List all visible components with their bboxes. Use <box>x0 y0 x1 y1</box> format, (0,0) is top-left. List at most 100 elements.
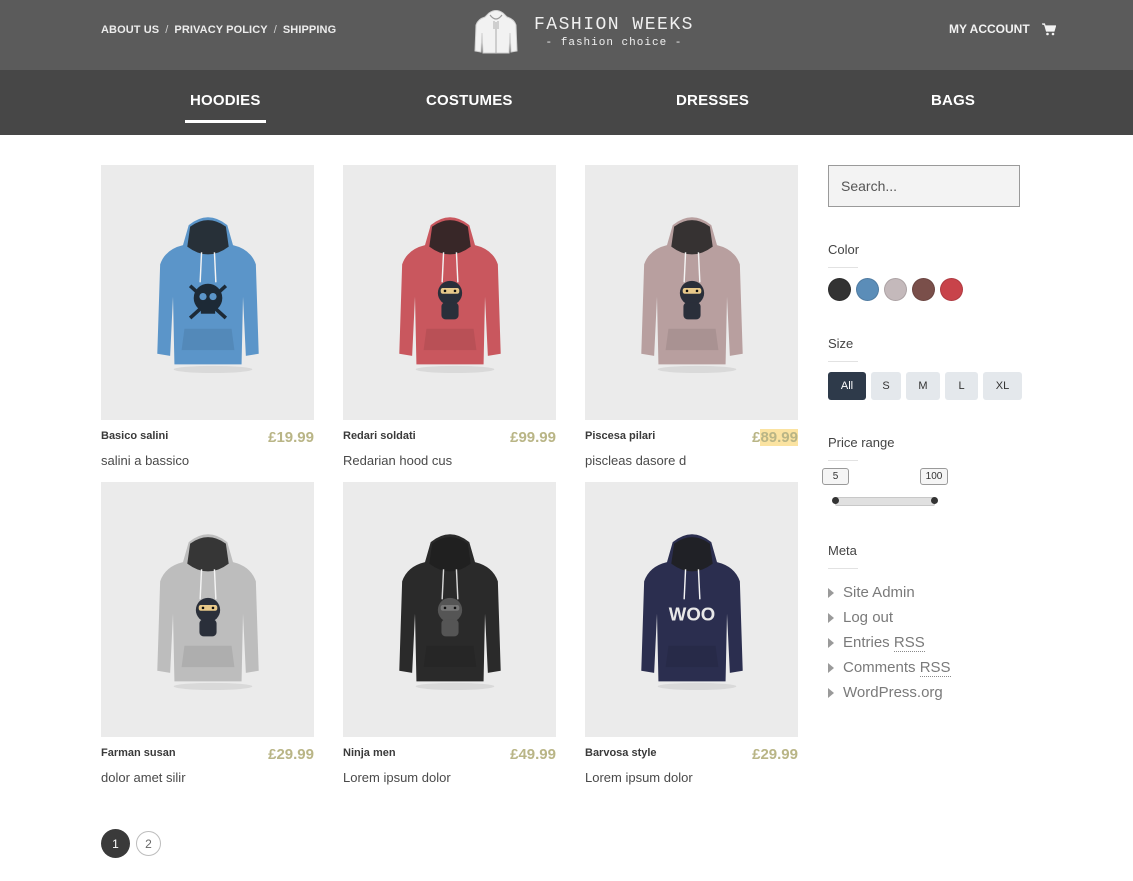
product-card[interactable]: Farman susan £29.99 dolor amet silir <box>101 482 314 785</box>
product-description: dolor amet silir <box>101 770 186 785</box>
product-image[interactable] <box>343 482 556 737</box>
size-all-button[interactable]: All <box>828 372 866 400</box>
arrow-right-icon <box>828 662 834 673</box>
product-name[interactable]: Piscesa pilari <box>585 430 655 442</box>
link-separator: / <box>165 24 169 36</box>
page-2-button[interactable]: 2 <box>136 831 161 856</box>
size-filter-title: Size <box>828 336 859 362</box>
color-swatch-black[interactable] <box>828 278 851 301</box>
link-text: Comments <box>843 659 920 676</box>
tab-hoodies[interactable]: HOODIES <box>185 92 266 123</box>
product-image[interactable] <box>101 165 314 420</box>
list-item: Log out <box>828 605 951 630</box>
product-image[interactable] <box>343 165 556 420</box>
search-input[interactable] <box>828 165 1020 207</box>
about-us-link[interactable]: ABOUT US <box>101 24 159 36</box>
my-account-link[interactable]: MY ACCOUNT <box>949 22 1030 36</box>
product-image[interactable] <box>101 482 314 737</box>
site-logo[interactable]: FASHION WEEKS - fashion choice - <box>474 8 704 56</box>
product-price: £49.99 <box>510 746 556 763</box>
product-name[interactable]: Farman susan <box>101 747 176 759</box>
hoodie-image <box>398 216 501 373</box>
product-description: Lorem ipsum dolor <box>343 770 451 785</box>
product-name[interactable]: Barvosa style <box>585 747 657 759</box>
product-price: £29.99 <box>268 746 314 763</box>
wordpress-org-link[interactable]: WordPress.org <box>843 684 943 701</box>
color-swatches <box>828 278 968 301</box>
product-description: Redarian hood cus <box>343 453 453 468</box>
rss-abbr: RSS <box>893 634 925 652</box>
product-description: salini a bassico <box>101 453 190 468</box>
product-price: £29.99 <box>752 746 798 763</box>
account-area: MY ACCOUNT <box>949 22 1056 36</box>
color-swatch-brown[interactable] <box>912 278 935 301</box>
product-card[interactable]: Redari soldati £99.99 Redarian hood cus <box>343 165 556 468</box>
tab-dresses[interactable]: DRESSES <box>676 92 749 109</box>
price-min-handle[interactable] <box>832 497 839 504</box>
privacy-policy-link[interactable]: PRIVACY POLICY <box>174 24 267 36</box>
comments-rss-link[interactable]: Comments RSS <box>843 659 951 677</box>
top-header: ABOUT US / PRIVACY POLICY / SHIPPING FAS… <box>0 0 1133 70</box>
tab-costumes[interactable]: COSTUMES <box>426 92 513 109</box>
hoodie-image: WOO <box>640 533 743 690</box>
list-item: Entries RSS <box>828 630 951 655</box>
product-price: £89.99 <box>752 429 798 446</box>
site-admin-link[interactable]: Site Admin <box>843 584 915 601</box>
product-card[interactable]: Basico salini £19.99 salini a bassico <box>101 165 314 468</box>
size-filter: All S M L XL <box>828 372 1027 400</box>
product-name[interactable]: Ninja men <box>343 747 396 759</box>
hoodie-logo-icon <box>474 10 518 54</box>
shipping-link[interactable]: SHIPPING <box>283 24 336 36</box>
entries-rss-link[interactable]: Entries RSS <box>843 634 925 652</box>
product-image[interactable] <box>585 165 798 420</box>
cart-icon[interactable] <box>1041 22 1056 36</box>
rss-abbr: RSS <box>919 659 951 677</box>
product-image[interactable]: WOO <box>585 482 798 737</box>
hoodie-image <box>156 216 259 373</box>
price-max-handle[interactable] <box>931 497 938 504</box>
product-card[interactable]: WOO Barvosa style £29.99 Lorem ipsum dolor <box>585 482 798 785</box>
color-swatch-red[interactable] <box>940 278 963 301</box>
price-range-slider[interactable] <box>835 497 935 506</box>
logo-subtitle: - fashion choice - <box>545 37 683 49</box>
log-out-link[interactable]: Log out <box>843 609 893 626</box>
product-description: Lorem ipsum dolor <box>585 770 693 785</box>
hoodie-image <box>398 533 501 690</box>
color-swatch-blue[interactable] <box>856 278 879 301</box>
size-l-button[interactable]: L <box>945 372 978 400</box>
size-xl-button[interactable]: XL <box>983 372 1022 400</box>
product-card[interactable]: Ninja men £49.99 Lorem ipsum dolor <box>343 482 556 785</box>
size-m-button[interactable]: M <box>906 372 940 400</box>
svg-text:WOO: WOO <box>668 603 714 624</box>
category-nav: HOODIES COSTUMES DRESSES BAGS <box>0 70 1133 135</box>
price-max-label: 100 <box>920 468 948 485</box>
page-1-button[interactable]: 1 <box>101 829 130 858</box>
price-min-label: 5 <box>822 468 849 485</box>
highlighted-price: 89.99 <box>760 429 798 446</box>
arrow-right-icon <box>828 687 834 698</box>
logo-title: FASHION WEEKS <box>534 15 694 35</box>
hoodie-image <box>156 533 259 690</box>
list-item: Site Admin <box>828 580 951 605</box>
hoodie-image <box>640 216 743 373</box>
product-card[interactable]: Piscesa pilari £89.99 piscleas dasore d <box>585 165 798 468</box>
color-swatch-light-grey[interactable] <box>884 278 907 301</box>
arrow-right-icon <box>828 612 834 623</box>
product-price: £19.99 <box>268 429 314 446</box>
product-description: piscleas dasore d <box>585 453 687 468</box>
product-name[interactable]: Basico salini <box>101 430 168 442</box>
list-item: WordPress.org <box>828 680 951 705</box>
arrow-right-icon <box>828 637 834 648</box>
meta-title: Meta <box>828 543 858 569</box>
product-price: £99.99 <box>510 429 556 446</box>
link-text: Entries <box>843 634 894 651</box>
arrow-right-icon <box>828 587 834 598</box>
list-item: Comments RSS <box>828 655 951 680</box>
price-range-title: Price range <box>828 435 895 461</box>
product-name[interactable]: Redari soldati <box>343 430 416 442</box>
meta-list: Site Admin Log out Entries RSS Comments … <box>828 580 951 705</box>
link-separator: / <box>273 24 277 36</box>
color-filter-title: Color <box>828 242 860 268</box>
tab-bags[interactable]: BAGS <box>931 92 975 109</box>
size-s-button[interactable]: S <box>871 372 901 400</box>
